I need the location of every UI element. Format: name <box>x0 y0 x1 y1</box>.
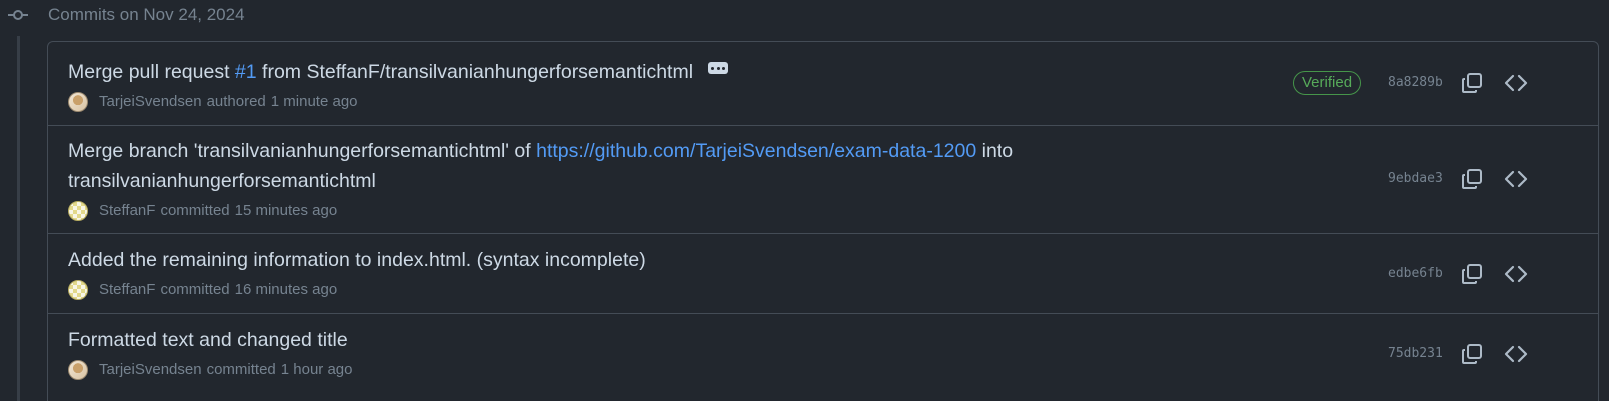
code-icon[interactable] <box>1504 167 1528 191</box>
repo-url-link[interactable]: https://github.com/TarjeiSvendsen/exam-d… <box>536 140 976 162</box>
timeline-line <box>17 36 20 401</box>
copy-icon[interactable] <box>1460 71 1484 95</box>
commit-row: Formatted text and changed title TarjeiS… <box>48 314 1598 401</box>
commit-time: 1 hour ago <box>280 361 353 378</box>
commit-history: Commits on Nov 24, 2024 Merge pull reque… <box>0 0 1609 401</box>
commit-message-line2[interactable]: transilvanianhungerforsemantichtml <box>68 166 376 196</box>
pull-request-link[interactable]: #1 <box>235 61 257 83</box>
copy-icon[interactable] <box>1460 342 1484 366</box>
commit-message: Merge pull request #1 from SteffanF/tran… <box>68 57 729 87</box>
avatar[interactable] <box>68 360 88 380</box>
author-link[interactable]: SteffanF <box>99 201 155 221</box>
commit-row: Merge branch 'transilvanianhungerforsema… <box>48 126 1598 234</box>
commit-meta: SteffanF committed 15 minutes ago <box>68 201 337 221</box>
commit-action: committed <box>160 202 230 219</box>
commit-sha-link[interactable]: edbe6fb <box>1388 265 1443 283</box>
commit-meta: TarjeiSvendsen authored 1 minute ago <box>68 92 358 112</box>
avatar[interactable] <box>68 92 88 112</box>
commit-message-text[interactable]: into <box>976 140 1013 162</box>
copy-icon[interactable] <box>1460 262 1484 286</box>
commit-message[interactable]: Formatted text and changed title <box>68 325 348 355</box>
code-icon[interactable] <box>1504 342 1528 366</box>
copy-icon[interactable] <box>1460 167 1484 191</box>
commit-meta: TarjeiSvendsen committed 1 hour ago <box>68 360 352 380</box>
commit-action: committed <box>206 361 276 378</box>
commit-row: Merge pull request #1 from SteffanF/tran… <box>48 42 1598 126</box>
code-icon[interactable] <box>1504 71 1528 95</box>
git-commit-icon <box>7 6 29 24</box>
avatar[interactable] <box>68 201 88 221</box>
commit-time: 16 minutes ago <box>234 281 338 298</box>
ellipsis-icon[interactable] <box>708 62 729 74</box>
code-icon[interactable] <box>1504 262 1528 286</box>
author-link[interactable]: TarjeiSvendsen <box>99 92 202 112</box>
commit-message[interactable]: Added the remaining information to index… <box>68 245 646 275</box>
commit-group-title: Commits on Nov 24, 2024 <box>48 5 245 24</box>
commit-time: 1 minute ago <box>270 93 358 110</box>
commit-message-text[interactable]: from SteffanF/transilvanianhungerforsema… <box>257 61 693 83</box>
commit-list: Merge pull request #1 from SteffanF/tran… <box>47 41 1599 401</box>
commit-sha-link[interactable]: 9ebdae3 <box>1388 170 1443 188</box>
commit-sha-link[interactable]: 8a8289b <box>1388 74 1443 92</box>
commit-meta: SteffanF committed 16 minutes ago <box>68 280 337 300</box>
commit-message: Merge branch 'transilvanianhungerforsema… <box>68 136 1013 166</box>
commit-message-text[interactable]: Merge branch 'transilvanianhungerforsema… <box>68 140 536 162</box>
avatar[interactable] <box>68 280 88 300</box>
commit-action: committed <box>160 281 230 298</box>
commit-action: authored <box>206 93 266 110</box>
author-link[interactable]: TarjeiSvendsen <box>99 360 202 380</box>
commit-message-text[interactable]: Merge pull request <box>68 61 235 83</box>
commit-time: 15 minutes ago <box>234 202 338 219</box>
author-link[interactable]: SteffanF <box>99 280 155 300</box>
commit-row: Added the remaining information to index… <box>48 234 1598 314</box>
commit-sha-link[interactable]: 75db231 <box>1388 345 1443 363</box>
verified-badge[interactable]: Verified <box>1293 71 1362 95</box>
